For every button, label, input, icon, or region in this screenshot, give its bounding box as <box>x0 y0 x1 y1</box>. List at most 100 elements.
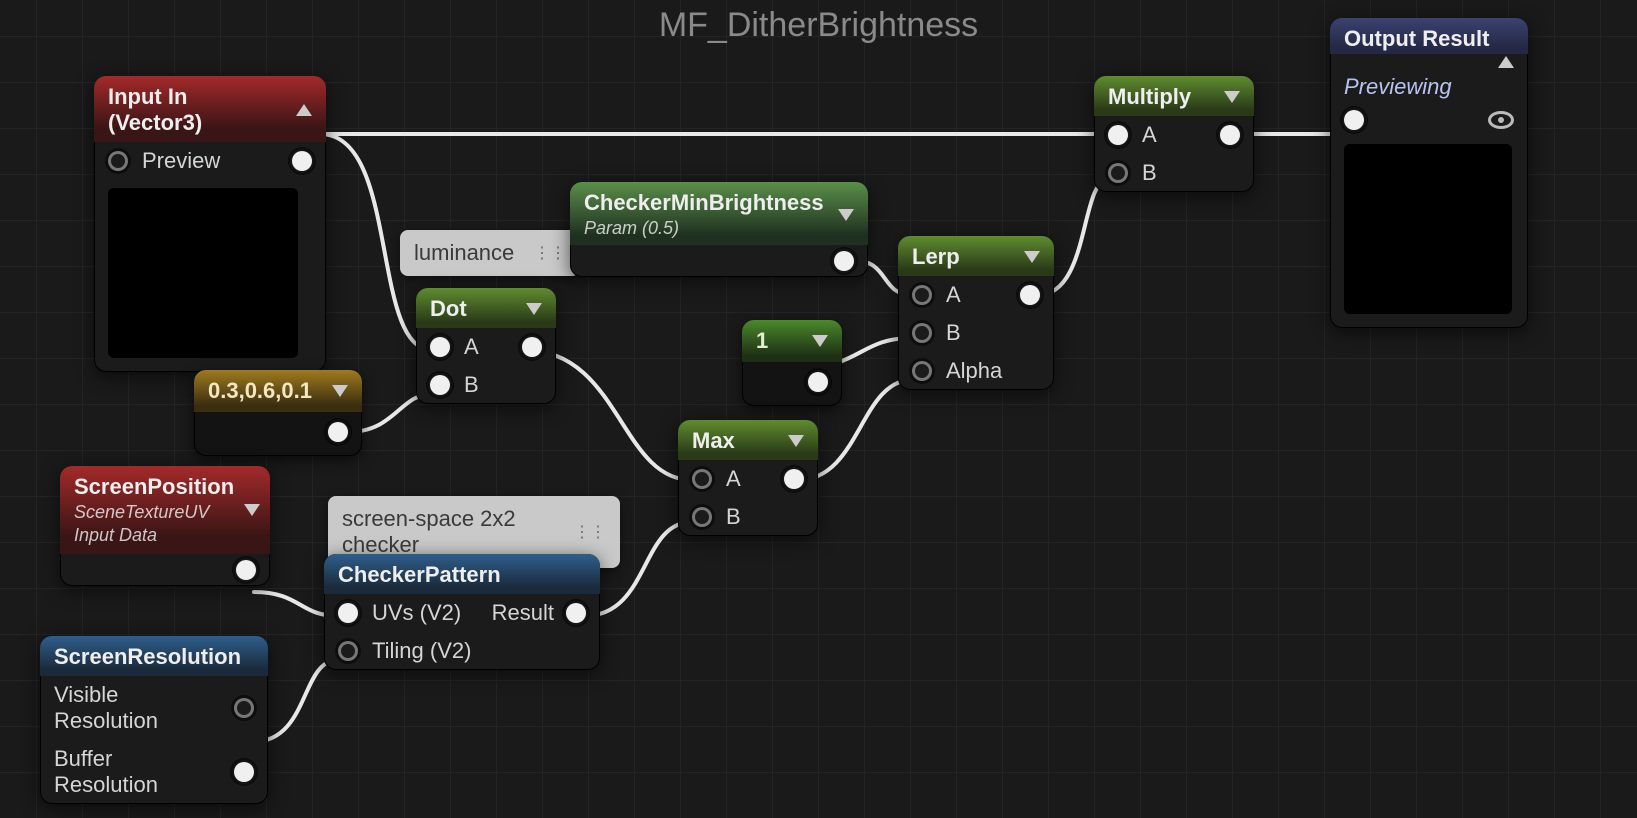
node-title: Lerp <box>912 244 960 270</box>
pin-label: A <box>946 282 961 308</box>
input-pin-b[interactable] <box>430 375 450 395</box>
pin-label: A <box>726 466 741 492</box>
node-header[interactable]: 0.3,0.6,0.1 <box>194 370 362 412</box>
node-preview-thumbnail <box>1344 144 1512 314</box>
node-const-lumweights[interactable]: 0.3,0.6,0.1 <box>194 370 362 456</box>
pin-label: B <box>464 372 479 398</box>
input-pin-a[interactable] <box>692 469 712 489</box>
input-pin-a[interactable] <box>1108 125 1128 145</box>
node-screen-position[interactable]: ScreenPosition SceneTextureUV Input Data <box>60 466 270 586</box>
pin-label: B <box>946 320 961 346</box>
input-pin-b[interactable] <box>912 323 932 343</box>
input-pin-tiling[interactable] <box>338 641 358 661</box>
pin-label: Buffer Resolution <box>54 746 222 798</box>
collapse-icon[interactable] <box>838 209 854 221</box>
collapse-icon[interactable] <box>244 504 260 516</box>
node-title: Dot <box>430 296 467 322</box>
node-header[interactable]: Multiply <box>1094 76 1254 116</box>
node-header[interactable]: 1 <box>742 320 842 362</box>
node-title: CheckerMinBrightness <box>584 190 824 216</box>
pin-label: B <box>1142 160 1157 186</box>
node-header[interactable]: ScreenResolution <box>40 636 268 676</box>
output-pin[interactable] <box>1220 125 1240 145</box>
pin-label: Visible Resolution <box>54 682 222 734</box>
input-pin-b[interactable] <box>692 507 712 527</box>
input-pin-a[interactable] <box>430 337 450 357</box>
node-output-result[interactable]: Output Result Previewing <box>1330 18 1528 328</box>
node-title: Max <box>692 428 735 454</box>
node-checker-pattern[interactable]: CheckerPattern UVs (V2) Result Tiling (V… <box>324 554 600 670</box>
node-multiply[interactable]: Multiply A B <box>1094 76 1254 192</box>
collapse-icon[interactable] <box>296 104 312 116</box>
node-input-in[interactable]: Input In (Vector3) Preview <box>94 76 326 372</box>
node-dot[interactable]: Dot A B <box>416 288 556 404</box>
node-header[interactable]: ScreenPosition SceneTextureUV Input Data <box>60 466 270 554</box>
output-pin[interactable] <box>522 337 542 357</box>
input-pin-b[interactable] <box>1108 163 1128 183</box>
node-screen-resolution[interactable]: ScreenResolution Visible Resolution Buff… <box>40 636 268 804</box>
node-title: Input In (Vector3) <box>108 84 286 136</box>
comment-text: luminance <box>414 240 514 266</box>
output-pin[interactable] <box>292 151 312 171</box>
graph-title: MF_DitherBrightness <box>659 6 978 45</box>
preview-eye-icon[interactable] <box>1488 111 1514 129</box>
output-pin[interactable] <box>834 251 854 271</box>
node-max[interactable]: Max A B <box>678 420 818 536</box>
node-lerp[interactable]: Lerp A B Alpha <box>898 236 1054 390</box>
node-subtitle: Param (0.5) <box>584 218 824 239</box>
input-pin-a[interactable] <box>912 285 932 305</box>
collapse-icon[interactable] <box>788 435 804 447</box>
output-pin[interactable] <box>236 560 256 580</box>
node-subtitle1: SceneTextureUV <box>74 502 234 523</box>
comment-handle-icon[interactable]: ⋮⋮ <box>534 243 566 263</box>
pin-row: Preview <box>94 142 326 180</box>
pin-label: A <box>1142 122 1157 148</box>
input-pin-uvs[interactable] <box>338 603 358 623</box>
previewing-label: Previewing <box>1330 68 1528 104</box>
collapse-icon[interactable] <box>526 303 542 315</box>
collapse-icon[interactable] <box>1024 251 1040 263</box>
node-header[interactable]: Lerp <box>898 236 1054 276</box>
node-header[interactable]: Max <box>678 420 818 460</box>
output-pin-buffer[interactable] <box>234 762 254 782</box>
node-const-one[interactable]: 1 <box>742 320 842 406</box>
node-title: ScreenPosition <box>74 474 234 500</box>
node-header[interactable]: Dot <box>416 288 556 328</box>
output-pin[interactable] <box>1020 285 1040 305</box>
pin-label: Result <box>492 600 554 626</box>
node-title: CheckerPattern <box>338 562 501 588</box>
node-subtitle2: Input Data <box>74 525 234 546</box>
collapse-icon[interactable] <box>812 335 828 347</box>
comment-handle-icon[interactable]: ⋮⋮ <box>574 522 606 542</box>
output-pin[interactable] <box>328 422 348 442</box>
collapse-icon[interactable] <box>1224 91 1240 103</box>
const-value: 1 <box>756 328 768 354</box>
output-pin-result[interactable] <box>566 603 586 623</box>
collapse-icon[interactable] <box>332 385 348 397</box>
node-title: Output Result <box>1344 26 1489 52</box>
node-header[interactable]: Input In (Vector3) <box>94 76 326 142</box>
node-preview-thumbnail <box>108 188 298 358</box>
node-header[interactable]: CheckerPattern <box>324 554 600 594</box>
input-pin[interactable] <box>1344 110 1364 130</box>
node-checker-min-brightness[interactable]: CheckerMinBrightness Param (0.5) <box>570 182 868 277</box>
const-value: 0.3,0.6,0.1 <box>208 378 312 404</box>
output-pin-visible[interactable] <box>234 698 254 718</box>
pin-label: B <box>726 504 741 530</box>
input-pin-alpha[interactable] <box>912 361 932 381</box>
comment-luminance[interactable]: luminance ⋮⋮ <box>400 230 580 276</box>
pin-label: Tiling (V2) <box>372 638 471 664</box>
pin-label: Alpha <box>946 358 1002 384</box>
pin-label: Preview <box>142 148 220 174</box>
collapse-icon[interactable] <box>1498 56 1514 68</box>
pin-label: UVs (V2) <box>372 600 461 626</box>
node-title: ScreenResolution <box>54 644 241 670</box>
comment-text: screen-space 2x2 checker <box>342 506 564 558</box>
output-pin[interactable] <box>808 372 828 392</box>
output-pin[interactable] <box>784 469 804 489</box>
pin-label: A <box>464 334 479 360</box>
input-pin[interactable] <box>108 151 128 171</box>
node-header[interactable]: CheckerMinBrightness Param (0.5) <box>570 182 868 245</box>
node-title: Multiply <box>1108 84 1191 110</box>
node-header[interactable]: Output Result <box>1330 18 1528 54</box>
